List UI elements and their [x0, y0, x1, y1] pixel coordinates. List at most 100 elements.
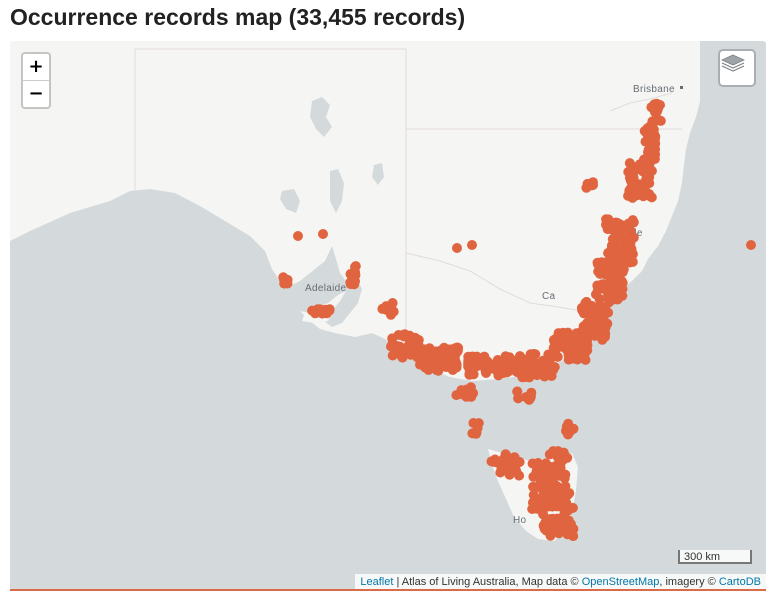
occurrence-point[interactable]: [620, 233, 631, 244]
occurrence-point[interactable]: [645, 144, 656, 155]
zoom-in-button[interactable]: +: [23, 54, 49, 80]
occurrence-point[interactable]: [293, 231, 303, 241]
occurrence-point[interactable]: [481, 368, 492, 378]
occurrence-point[interactable]: [318, 229, 328, 239]
occurrence-point[interactable]: [577, 336, 588, 347]
occurrence-point[interactable]: [506, 355, 517, 366]
occurrence-point[interactable]: [653, 103, 664, 114]
attribution-text-2: , imagery ©: [659, 576, 719, 588]
occurrence-point[interactable]: [635, 159, 645, 170]
occurrence-point[interactable]: [626, 250, 637, 261]
occurrence-point[interactable]: [588, 180, 598, 190]
occurrence-point[interactable]: [610, 244, 621, 254]
occurrence-point[interactable]: [525, 391, 536, 402]
occurrence-point[interactable]: [424, 362, 435, 373]
occurrence-point[interactable]: [644, 159, 655, 170]
occurrence-point[interactable]: [438, 357, 449, 368]
occurrence-point[interactable]: [319, 306, 330, 317]
occurrence-point[interactable]: [565, 426, 576, 437]
occurrence-point[interactable]: [525, 353, 536, 364]
occurrence-point[interactable]: [538, 355, 548, 366]
place-marker-brisbane: [680, 86, 683, 89]
place-label-brisbane: Brisbane: [633, 84, 675, 95]
occurrence-point[interactable]: [600, 331, 610, 342]
occurrence-point[interactable]: [563, 342, 574, 353]
occurrence-point[interactable]: [472, 423, 483, 433]
occurrence-point[interactable]: [528, 481, 539, 492]
occurrence-point[interactable]: [618, 264, 629, 275]
occurrence-point[interactable]: [547, 349, 558, 360]
occurrence-point[interactable]: [479, 351, 490, 362]
occurrence-point[interactable]: [387, 298, 398, 308]
occurrence-point[interactable]: [350, 262, 360, 272]
occurrence-point[interactable]: [512, 386, 523, 397]
occurrence-point[interactable]: [452, 243, 462, 253]
occurrence-point[interactable]: [562, 452, 573, 463]
openstreetmap-link[interactable]: OpenStreetMap: [582, 576, 660, 588]
occurrence-point[interactable]: [392, 341, 403, 352]
occurrence-point[interactable]: [625, 219, 636, 230]
occurrence-point[interactable]: [554, 462, 565, 473]
attribution-text-1: | Atlas of Living Australia, Map data ©: [393, 576, 582, 588]
occurrence-point[interactable]: [746, 240, 756, 250]
occurrence-point[interactable]: [601, 219, 611, 230]
occurrence-point[interactable]: [563, 504, 574, 515]
occurrence-point[interactable]: [558, 513, 569, 524]
occurrence-point[interactable]: [431, 346, 442, 357]
occurrence-map[interactable]: Brisbane Adelaide stle Ca Ho + − 300 km …: [10, 41, 766, 590]
leaflet-link[interactable]: Leaflet: [360, 576, 393, 588]
occurrence-point[interactable]: [440, 348, 451, 359]
occurrence-point[interactable]: [282, 274, 293, 285]
occurrence-point[interactable]: [580, 354, 591, 365]
occurrence-point[interactable]: [533, 458, 544, 468]
occurrence-point[interactable]: [493, 458, 504, 469]
occurrence-point[interactable]: [517, 372, 528, 383]
occurrence-point[interactable]: [553, 332, 564, 343]
occurrence-point[interactable]: [492, 363, 503, 374]
occurrence-point[interactable]: [594, 258, 605, 269]
occurrence-point[interactable]: [591, 289, 601, 300]
occurrence-point[interactable]: [349, 275, 360, 286]
occurrence-point[interactable]: [387, 350, 398, 361]
occurrence-point[interactable]: [399, 329, 410, 340]
occurrence-point[interactable]: [529, 501, 540, 512]
occurrence-point[interactable]: [597, 303, 608, 314]
occurrence-point[interactable]: [413, 338, 424, 349]
occurrence-point[interactable]: [612, 294, 623, 305]
place-label-canberra: Ca: [542, 291, 556, 302]
occurrence-point[interactable]: [412, 352, 423, 363]
occurrence-point[interactable]: [504, 365, 515, 376]
occurrence-point[interactable]: [582, 317, 593, 328]
occurrence-point[interactable]: [604, 260, 615, 271]
occurrence-point[interactable]: [464, 367, 475, 378]
occurrence-point[interactable]: [433, 365, 444, 376]
scale-bar: 300 km: [678, 550, 752, 564]
occurrence-point[interactable]: [600, 269, 611, 280]
occurrence-point[interactable]: [644, 178, 655, 189]
occurrence-point[interactable]: [541, 525, 552, 536]
occurrence-point[interactable]: [646, 192, 657, 203]
occurrence-point[interactable]: [563, 354, 574, 365]
occurrence-point[interactable]: [539, 470, 550, 481]
zoom-control: + −: [21, 52, 51, 109]
occurrence-point[interactable]: [503, 452, 514, 463]
occurrence-point[interactable]: [596, 317, 607, 328]
layers-button[interactable]: [718, 49, 756, 87]
occurrence-point[interactable]: [452, 345, 463, 356]
section-underline: [10, 589, 766, 591]
occurrence-point[interactable]: [567, 529, 578, 540]
occurrence-point[interactable]: [516, 359, 527, 370]
occurrence-point[interactable]: [643, 131, 653, 142]
cartodb-link[interactable]: CartoDB: [719, 576, 761, 588]
occurrence-point[interactable]: [631, 180, 642, 191]
occurrence-point[interactable]: [467, 240, 477, 250]
occurrence-point[interactable]: [468, 388, 479, 399]
occurrence-point[interactable]: [546, 495, 557, 506]
zoom-out-button[interactable]: −: [23, 80, 49, 107]
map-attribution: Leaflet | Atlas of Living Australia, Map…: [355, 574, 766, 590]
occurrence-point[interactable]: [553, 446, 564, 457]
occurrence-point[interactable]: [511, 465, 522, 476]
occurrence-point[interactable]: [653, 114, 664, 125]
occurrence-point[interactable]: [578, 308, 589, 319]
occurrence-point[interactable]: [564, 488, 575, 499]
